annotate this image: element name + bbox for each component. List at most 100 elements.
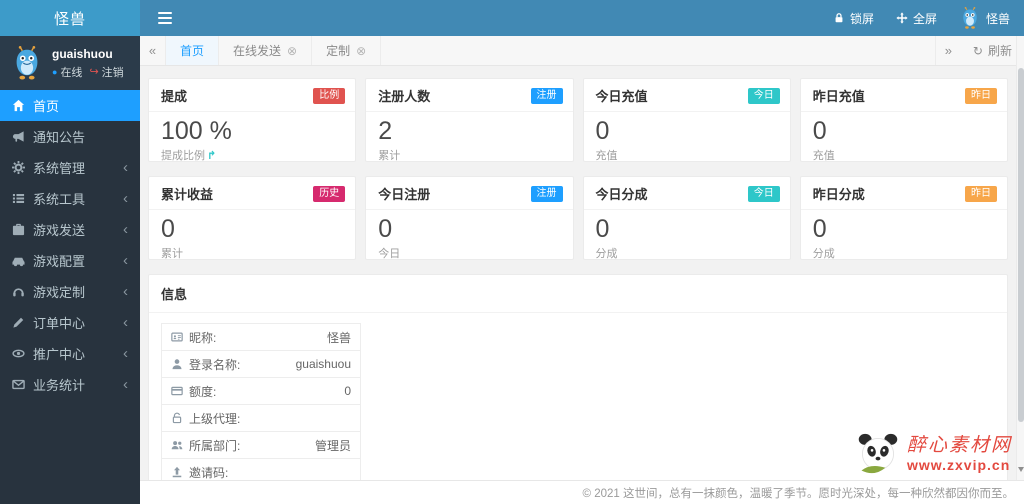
- tab-label: 在线发送: [233, 44, 282, 58]
- fullscreen-button[interactable]: 全屏: [896, 10, 937, 27]
- sidebar-item-business-stats[interactable]: 业务统计 ‹: [0, 369, 140, 400]
- sidebar-item-home[interactable]: 首页: [0, 90, 140, 121]
- chevron-left-icon: ‹: [123, 283, 128, 300]
- sidebar-item-notice[interactable]: 通知公告: [0, 121, 140, 152]
- sidebar-item-label: 通知公告: [33, 130, 86, 145]
- stat-sub-label: 充值: [812, 150, 835, 162]
- stat-title: 今日充值: [595, 89, 648, 104]
- sidebar-item-promo-center[interactable]: 推广中心 ‹: [0, 338, 140, 369]
- credit-card-icon: [171, 386, 183, 396]
- stat-sub-label: 今日: [378, 248, 401, 260]
- sidebar-item-order-center[interactable]: 订单中心 ‹: [0, 307, 140, 338]
- envelope-icon: [12, 378, 25, 391]
- chevron-left-icon: ‹: [123, 221, 128, 238]
- users-icon: [171, 441, 183, 450]
- main-content: 提成 比例 100 % 提成比例 ↱ 注册人数 注册 2 累计 今日充值 今日 …: [140, 66, 1024, 480]
- status-badge: 历史: [313, 185, 346, 202]
- sidebar-item-label: 系统工具: [33, 192, 86, 207]
- refresh-icon: ↻: [972, 43, 983, 58]
- chevron-left-icon: ‹: [123, 314, 128, 331]
- status-badge: 比例: [313, 87, 346, 104]
- info-panel: 信息 昵称: 怪兽 登录名称: guaishuou 额度: 0 上级代理: 所属…: [148, 274, 1008, 480]
- status-badge: 注册: [530, 87, 563, 104]
- info-value: guaishuou: [295, 357, 351, 371]
- stat-card-registered-users: 注册人数 注册 2 累计: [365, 78, 574, 162]
- stat-title: 昨日分成: [812, 187, 865, 202]
- sidebar: 怪兽 guaishuou ● 在线 ↪ 注销 首页 通知公告 系统管理 ‹ 系统…: [0, 0, 140, 504]
- info-value: 0: [344, 384, 351, 398]
- tabs-scroll-left-icon[interactable]: «: [140, 36, 166, 65]
- info-label: 昵称:: [189, 330, 217, 345]
- sidebar-item-system-manage[interactable]: 系统管理 ‹: [0, 152, 140, 183]
- sidebar-menu: 首页 通知公告 系统管理 ‹ 系统工具 ‹ 游戏发送 ‹ 游戏配置 ‹ 游戏定制…: [0, 90, 140, 400]
- stat-title: 昨日充值: [812, 89, 865, 104]
- bullhorn-icon: [12, 130, 25, 143]
- info-table: 昵称: 怪兽 登录名称: guaishuou 额度: 0 上级代理: 所属部门:…: [161, 323, 361, 480]
- status-badge: 今日: [747, 185, 780, 202]
- refresh-label: 刷新: [987, 44, 1012, 58]
- sidebar-item-system-tools[interactable]: 系统工具 ‹: [0, 183, 140, 214]
- vertical-scrollbar[interactable]: [1016, 36, 1024, 480]
- chevron-left-icon: ‹: [123, 190, 128, 207]
- tab-close-icon[interactable]: ⊗: [356, 44, 366, 58]
- tab-custom[interactable]: 定制 ⊗: [312, 36, 382, 65]
- tab-home[interactable]: 首页: [166, 36, 220, 65]
- stat-sub-label: 累计: [378, 150, 401, 162]
- lock-screen-button[interactable]: 锁屏: [833, 10, 874, 27]
- info-value: 管理员: [314, 438, 351, 453]
- info-label: 所属部门:: [189, 438, 241, 453]
- unlock-icon: [172, 412, 182, 424]
- status-badge: 注册: [530, 185, 563, 202]
- stat-value: 2: [378, 117, 393, 145]
- stat-title: 注册人数: [378, 89, 431, 104]
- tab-bar: « 首页 在线发送 ⊗ 定制 ⊗ » ↻ 刷新: [140, 36, 1024, 66]
- table-row: 上级代理:: [162, 405, 360, 432]
- car-icon: [12, 254, 25, 267]
- stat-sub-label: 提成比例: [161, 150, 205, 162]
- stat-value: 0: [161, 215, 175, 243]
- status-badge: 今日: [747, 87, 780, 104]
- scrollbar-thumb[interactable]: [1018, 68, 1024, 422]
- briefcase-icon: [12, 223, 25, 236]
- sidebar-item-game-send[interactable]: 游戏发送 ‹: [0, 214, 140, 245]
- stat-card-today-register: 今日注册 注册 0 今日: [365, 176, 574, 260]
- sidebar-item-label: 游戏配置: [33, 254, 86, 269]
- sidebar-item-game-config[interactable]: 游戏配置 ‹: [0, 245, 140, 276]
- sidebar-item-game-custom[interactable]: 游戏定制 ‹: [0, 276, 140, 307]
- lock-icon: [835, 13, 843, 23]
- info-label: 邀请码:: [189, 465, 229, 480]
- sidebar-item-label: 订单中心: [33, 316, 86, 331]
- table-row: 邀请码:: [162, 459, 360, 480]
- stat-card-today-share: 今日分成 今日 0 分成: [582, 176, 791, 260]
- eye-icon: [12, 347, 25, 360]
- stat-value: 0: [595, 117, 610, 145]
- sidebar-item-label: 游戏定制: [33, 285, 86, 300]
- tabs-scroll-right-icon[interactable]: »: [934, 36, 961, 65]
- tab-close-icon[interactable]: ⊗: [287, 44, 297, 58]
- gear-icon: [12, 161, 25, 174]
- stat-sub-label: 分成: [595, 248, 618, 260]
- home-icon: [12, 99, 25, 112]
- scrollbar-down-arrow-icon[interactable]: [1018, 467, 1024, 472]
- fullscreen-label: 全屏: [912, 11, 937, 26]
- app-window: 怪兽 guaishuou ● 在线 ↪ 注销 首页 通知公告 系统管理 ‹ 系统…: [0, 0, 1024, 504]
- tab-online-send[interactable]: 在线发送 ⊗: [219, 36, 313, 65]
- list-icon: [12, 192, 25, 205]
- user-panel: guaishuou ● 在线 ↪ 注销: [0, 36, 140, 90]
- stat-title: 提成: [161, 89, 188, 104]
- stat-card-yesterday-recharge: 昨日充值 昨日 0 充值: [799, 78, 1008, 162]
- info-value: 怪兽: [326, 330, 351, 345]
- stat-value: 0: [812, 215, 827, 243]
- stat-card-yesterday-share: 昨日分成 昨日 0 分成: [799, 176, 1008, 260]
- user-dropdown[interactable]: 怪兽: [959, 7, 1010, 29]
- chevron-left-icon: ‹: [123, 252, 128, 269]
- upload-icon: [172, 466, 182, 478]
- online-dot-icon: ●: [52, 66, 58, 77]
- refresh-button[interactable]: ↻ 刷新: [961, 36, 1024, 65]
- status-badge: 昨日: [965, 87, 997, 104]
- stat-title: 今日注册: [378, 187, 431, 202]
- stat-sub-label: 累计: [161, 248, 183, 260]
- hamburger-menu-icon[interactable]: [154, 8, 176, 29]
- logout-link[interactable]: 注销: [102, 64, 124, 80]
- stat-title: 今日分成: [595, 187, 648, 202]
